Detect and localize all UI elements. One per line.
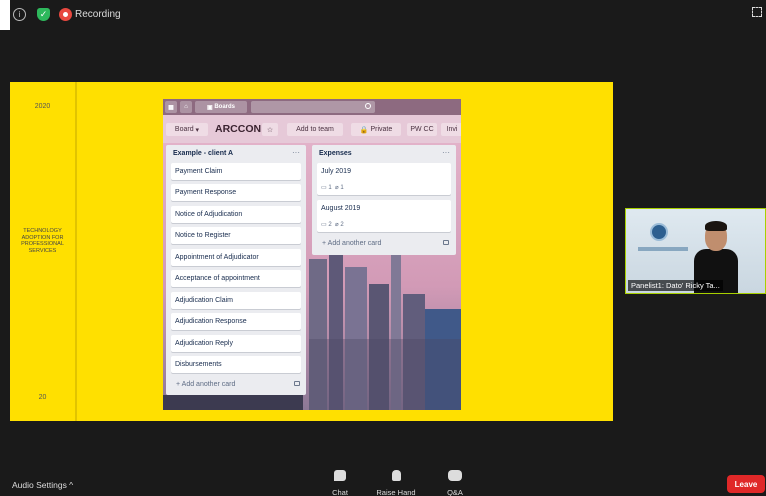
boards-icon: ▣ bbox=[206, 104, 215, 111]
boards-label: Boards bbox=[214, 104, 235, 110]
raise-hand-label: Raise Hand bbox=[376, 488, 416, 496]
attachment-icon: ⌀ bbox=[335, 185, 339, 191]
card-adjudication-response[interactable]: Adjudication Response bbox=[171, 313, 301, 330]
chat-button[interactable]: Chat bbox=[310, 466, 370, 496]
organization-logo bbox=[650, 223, 668, 241]
qa-label: Q&A bbox=[447, 488, 463, 496]
comment-icon: ▭ bbox=[321, 222, 327, 228]
raise-hand-button[interactable]: Raise Hand bbox=[366, 466, 426, 496]
trello-header: ▦ ⌂ ▣ Boards bbox=[163, 99, 461, 115]
board-switcher[interactable]: Board ▾ bbox=[166, 123, 208, 136]
panelist-video[interactable]: Panelist1: Dato' Ricky Ta... bbox=[625, 208, 766, 294]
attachment-icon: ⌀ bbox=[335, 222, 339, 228]
comment-count: 2 bbox=[328, 222, 332, 228]
meeting-toolbar: Audio Settings ^ Chat Raise Hand Q&A Lea… bbox=[0, 466, 766, 496]
add-card-button[interactable]: + Add another card bbox=[322, 240, 381, 247]
list-title[interactable]: Example - client A bbox=[173, 150, 233, 157]
recording-icon bbox=[59, 8, 72, 21]
star-icon[interactable]: ☆ bbox=[262, 123, 278, 136]
recording-label: Recording bbox=[75, 9, 121, 20]
card-adjudication-claim[interactable]: Adjudication Claim bbox=[171, 292, 301, 309]
list-example-client-a: Example - client A ··· Payment Claim Pay… bbox=[166, 145, 306, 395]
shield-icon[interactable]: ✓ bbox=[37, 8, 50, 21]
board-switcher-label: Board bbox=[174, 126, 194, 133]
qa-button[interactable]: Q&A bbox=[425, 466, 485, 496]
card-disbursements[interactable]: Disbursements bbox=[171, 356, 301, 373]
slide-topic: TECHNOLOGY ADOPTION FOR PROFESSIONAL SER… bbox=[21, 228, 64, 254]
card-acceptance-of-appointment[interactable]: Acceptance of appointment bbox=[171, 270, 301, 287]
slide-year: 2020 bbox=[34, 103, 51, 110]
card-template-icon[interactable] bbox=[443, 240, 449, 245]
card-adjudication-reply[interactable]: Adjudication Reply bbox=[171, 335, 301, 352]
lock-icon: 🔒 bbox=[359, 126, 371, 134]
member-avatars[interactable]: PW CC bbox=[407, 123, 437, 136]
slide-page-number: 20 bbox=[38, 394, 47, 401]
card-august-2019[interactable]: August 2019 ▭ 2 ⌀ 2 bbox=[317, 200, 451, 232]
card-template-icon[interactable] bbox=[294, 381, 300, 386]
audio-settings-button[interactable]: Audio Settings ^ bbox=[12, 480, 73, 490]
search-input[interactable] bbox=[251, 101, 375, 113]
home-icon[interactable]: ⌂ bbox=[180, 101, 192, 113]
attachment-count: 2 bbox=[340, 222, 344, 228]
list-menu-icon[interactable]: ··· bbox=[442, 148, 450, 157]
fullscreen-icon[interactable] bbox=[752, 7, 762, 17]
info-icon[interactable]: i bbox=[13, 8, 26, 21]
panelist-hair bbox=[705, 221, 727, 231]
comment-icon: ▭ bbox=[321, 185, 327, 191]
card-badges: ▭ 2 ⌀ 2 bbox=[321, 221, 344, 228]
window-edge bbox=[0, 0, 10, 30]
hand-icon bbox=[391, 470, 401, 481]
list-menu-icon[interactable]: ··· bbox=[292, 148, 300, 157]
zoom-window: i ✓ Recording 2020 TECHNOLOGY ADOPTION F… bbox=[0, 0, 766, 496]
invite-button[interactable]: Invi bbox=[441, 123, 461, 136]
card-payment-response[interactable]: Payment Response bbox=[171, 184, 301, 201]
comment-count: 1 bbox=[328, 185, 332, 191]
add-card-button[interactable]: + Add another card bbox=[176, 381, 235, 388]
privacy-label: Private bbox=[370, 126, 393, 133]
card-notice-of-adjudication[interactable]: Notice of Adjudication bbox=[171, 206, 301, 223]
leave-button[interactable]: Leave bbox=[727, 475, 765, 493]
card-title: August 2019 bbox=[321, 205, 361, 212]
avatar-pw: PW bbox=[410, 126, 422, 133]
organization-banner bbox=[638, 247, 688, 251]
board-title[interactable]: ARCCON bbox=[215, 123, 261, 135]
attachment-count: 1 bbox=[340, 185, 344, 191]
chat-label: Chat bbox=[332, 488, 348, 496]
avatar-cc: CC bbox=[423, 126, 434, 133]
apps-icon[interactable]: ▦ bbox=[165, 101, 177, 113]
card-notice-to-register[interactable]: Notice to Register bbox=[171, 227, 301, 244]
status-bar: i ✓ Recording bbox=[0, 0, 766, 30]
card-badges: ▭ 1 ⌀ 1 bbox=[321, 184, 344, 191]
board-toolbar: Board ▾ ARCCON ☆ Add to team 🔒 Private P… bbox=[163, 115, 461, 143]
slide-divider bbox=[75, 82, 77, 421]
privacy-button[interactable]: 🔒 Private bbox=[351, 123, 401, 136]
qa-icon bbox=[448, 470, 462, 481]
card-july-2019[interactable]: July 2019 ▭ 1 ⌀ 1 bbox=[317, 163, 451, 195]
add-to-team-button[interactable]: Add to team bbox=[287, 123, 343, 136]
card-payment-claim[interactable]: Payment Claim bbox=[171, 163, 301, 180]
panelist-name-label: Panelist1: Dato' Ricky Ta... bbox=[628, 280, 723, 291]
card-title: July 2019 bbox=[321, 168, 351, 175]
trello-board: ▦ ⌂ ▣ Boards Board ▾ ARCCON ☆ Add to tea… bbox=[163, 99, 461, 410]
chat-icon bbox=[334, 470, 346, 481]
search-icon bbox=[365, 103, 371, 109]
list-title[interactable]: Expenses bbox=[319, 150, 352, 157]
list-expenses: Expenses ··· July 2019 ▭ 1 ⌀ 1 August 20… bbox=[312, 145, 456, 255]
boards-button[interactable]: ▣ Boards bbox=[195, 101, 247, 113]
card-appointment-of-adjudicator[interactable]: Appointment of Adjudicator bbox=[171, 249, 301, 266]
